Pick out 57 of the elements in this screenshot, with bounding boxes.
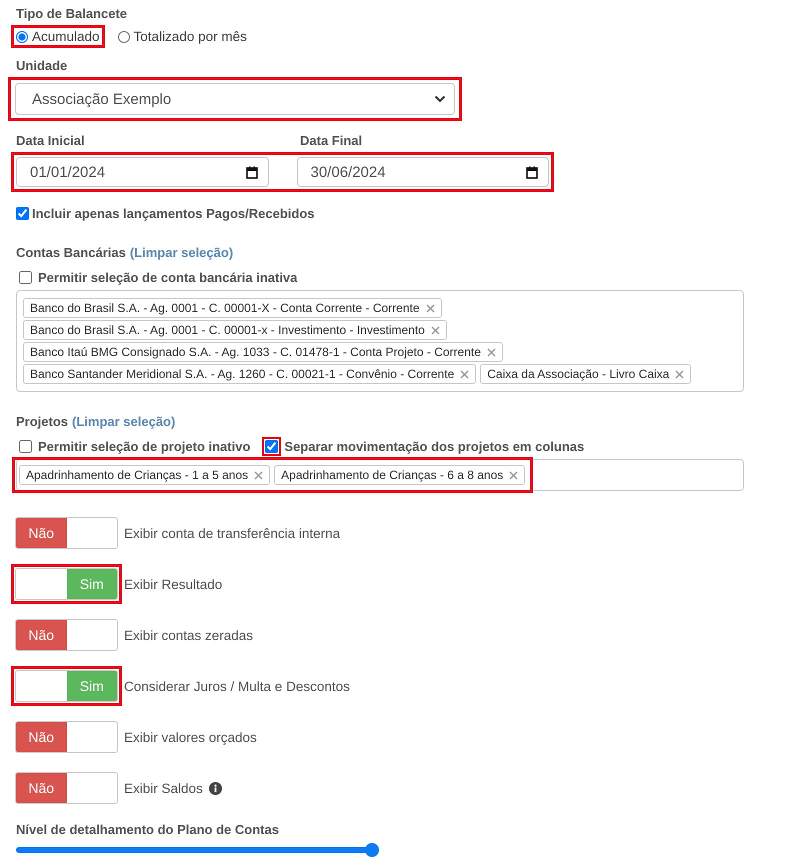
date-field[interactable]: 01/01/2024 bbox=[16, 157, 268, 187]
level-slider[interactable] bbox=[16, 843, 379, 857]
toggle-switch[interactable]: Sim bbox=[15, 670, 118, 702]
section-label: Contas Bancárias bbox=[16, 245, 126, 260]
radio-button[interactable] bbox=[16, 30, 28, 42]
selected-tag: Banco do Brasil S.A. - Ag. 0001 - C. 00001-x - Investimento - Investimento bbox=[23, 320, 447, 340]
calendar-icon bbox=[246, 166, 258, 178]
toggle-switch[interactable]: Não bbox=[15, 721, 118, 753]
toggle-switch[interactable]: Não bbox=[15, 517, 118, 549]
remove-icon[interactable] bbox=[254, 470, 264, 480]
selected-tag: Apadrinhamento de Crianças - 1 a 5 anos bbox=[19, 465, 270, 485]
slider-thumb[interactable] bbox=[365, 843, 379, 857]
checkbox[interactable] bbox=[16, 207, 29, 220]
clear-selection-link[interactable]: (Limpar seleção) bbox=[130, 245, 234, 260]
field-label: Data Inicial bbox=[16, 133, 86, 148]
toggle-label: Exibir Saldos bbox=[124, 780, 203, 796]
toggle-switch[interactable]: Sim bbox=[15, 568, 118, 600]
chevron-down-icon bbox=[434, 95, 446, 103]
radio-button[interactable] bbox=[118, 30, 130, 42]
checkbox-label: Separar movimentação dos projetos em colunas bbox=[284, 439, 584, 454]
field-label: Unidade bbox=[16, 58, 68, 73]
selected-tag: Apadrinhamento de Crianças - 6 a 8 anos bbox=[274, 465, 526, 485]
toggle-label: Considerar Juros / Multa e Descontos bbox=[124, 678, 350, 694]
checkbox-label: Permitir seleção de conta bancária inativa bbox=[38, 270, 298, 285]
remove-icon[interactable] bbox=[486, 348, 496, 356]
field-label: Tipo de Balancete bbox=[16, 6, 128, 21]
selected-tag: Caixa da Associação - Livro Caixa bbox=[480, 364, 692, 384]
radio-label: Totalizado por mês bbox=[134, 29, 247, 44]
remove-icon[interactable] bbox=[460, 370, 470, 378]
checkbox-label: Incluir apenas lançamentos Pagos/Recebidos bbox=[32, 206, 314, 221]
selected-tag: Banco do Brasil S.A. - Ag. 0001 - C. 00001-X - Conta Corrente - Corrente bbox=[23, 298, 442, 318]
toggle-switch[interactable]: Não bbox=[15, 772, 118, 804]
toggle-label: Exibir conta de transferência interna bbox=[124, 526, 340, 540]
toggle-label: Exibir contas zeradas bbox=[124, 628, 254, 642]
remove-icon[interactable] bbox=[426, 304, 435, 312]
toggle-label: Exibir Resultado bbox=[124, 576, 222, 592]
radio-label: Acumulado bbox=[32, 29, 100, 44]
checkbox[interactable] bbox=[19, 440, 32, 453]
unit-select[interactable]: Associação Exemplo bbox=[15, 83, 455, 115]
checkbox-label: Permitir seleção de projeto inativo bbox=[38, 439, 250, 454]
remove-icon[interactable] bbox=[675, 370, 684, 378]
checkbox[interactable] bbox=[19, 271, 32, 284]
checkbox[interactable] bbox=[265, 440, 278, 453]
section-label: Projetos bbox=[16, 414, 68, 429]
remove-icon[interactable] bbox=[509, 470, 518, 480]
info-icon[interactable] bbox=[208, 782, 222, 794]
toggle-label: Exibir valores orçados bbox=[124, 730, 257, 744]
field-label: Data Final bbox=[300, 133, 364, 148]
slider-label: Nível de detalhamento do Plano de Contas bbox=[16, 822, 280, 837]
multi-select-field[interactable] bbox=[16, 290, 744, 392]
date-field[interactable]: 30/06/2024 bbox=[296, 157, 549, 187]
remove-icon[interactable] bbox=[430, 326, 440, 334]
selected-tag: Banco Santander Meridional S.A. - Ag. 1260 - C. 00021-1 - Convênio - Corrente bbox=[23, 364, 476, 384]
selected-tag: Banco Itaú BMG Consignado S.A. - Ag. 1033 - C. 01478-1 - Conta Projeto - Corrente bbox=[23, 342, 503, 362]
clear-selection-link[interactable]: (Limpar seleção) bbox=[72, 414, 176, 429]
toggle-switch[interactable]: Não bbox=[15, 619, 118, 651]
calendar-icon bbox=[526, 166, 538, 178]
